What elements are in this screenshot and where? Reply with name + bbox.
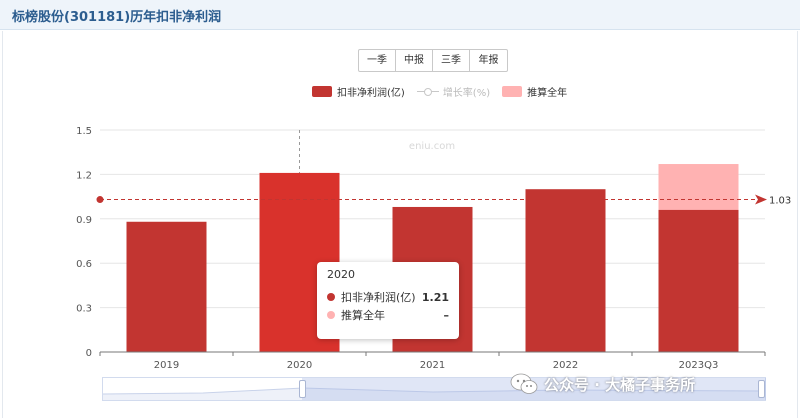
slider-right-handle[interactable] xyxy=(758,380,765,398)
tab-q3[interactable]: 三季 xyxy=(433,50,470,71)
legend-net-profit-swatch xyxy=(312,85,332,97)
tooltip-estimate-dot xyxy=(327,311,335,319)
tooltip-row-value: – xyxy=(443,308,450,322)
tooltip-row-label: 推算全年 xyxy=(341,309,385,322)
tooltip-row-estimate: 推算全年 – xyxy=(327,306,449,324)
y-tick-label: 0.3 xyxy=(76,304,92,315)
x-tick-label: 2020 xyxy=(287,360,312,371)
legend-estimate[interactable]: 推算全年 xyxy=(502,84,567,99)
y-tick-label: 1.5 xyxy=(76,126,92,137)
period-tabs: 一季 中报 三季 年报 xyxy=(358,49,508,72)
tab-half-year[interactable]: 中报 xyxy=(396,50,433,71)
profit-bar xyxy=(525,189,606,352)
tooltip-row-net-profit: 扣非净利润(亿) 1.21 xyxy=(327,288,449,306)
chart-tooltip: 2020 扣非净利润(亿) 1.21 推算全年 – xyxy=(317,262,459,339)
profit-bar xyxy=(658,209,739,352)
legend-estimate-swatch xyxy=(502,85,523,97)
watermark-text: 公众号 · 大橘子事务所 xyxy=(544,375,696,394)
tooltip-row-label: 扣非净利润(亿) xyxy=(341,291,416,304)
wechat-watermark: 公众号 · 大橘子事务所 xyxy=(510,370,695,398)
tooltip-row-value: 1.21 xyxy=(421,290,449,304)
y-tick-label: 0.6 xyxy=(76,259,92,270)
legend-growth-label: 增长率(%) xyxy=(442,87,491,99)
y-tick-label: 0 xyxy=(86,348,92,359)
legend-growth[interactable]: 增长率(%) xyxy=(416,84,491,99)
legend-growth-line-icon xyxy=(416,86,439,97)
tooltip-title: 2020 xyxy=(327,268,355,281)
tab-q1[interactable]: 一季 xyxy=(359,50,396,71)
chart-legend: 扣非净利润(亿) 增长率(%) 推算全年 xyxy=(312,84,579,99)
slider-left-handle[interactable] xyxy=(299,380,306,398)
y-tick-label: 1.2 xyxy=(76,170,92,181)
legend-net-profit-label: 扣非净利润(亿) xyxy=(337,87,405,99)
y-tick-label: 0.9 xyxy=(76,215,92,226)
average-line-arrow xyxy=(755,194,767,205)
legend-estimate-label: 推算全年 xyxy=(527,87,568,99)
wechat-logo-icon xyxy=(510,373,538,395)
tab-annual[interactable]: 年报 xyxy=(470,50,507,71)
average-line-start-dot xyxy=(96,196,104,204)
legend-net-profit[interactable]: 扣非净利润(亿) xyxy=(312,84,405,99)
x-tick-label: 2021 xyxy=(420,360,445,371)
average-line-label: 1.03 xyxy=(769,196,791,207)
tooltip-net-profit-dot xyxy=(327,293,335,301)
profit-bar xyxy=(126,221,207,352)
x-tick-label: 2019 xyxy=(154,360,179,371)
chart-watermark: eniu.com xyxy=(409,141,455,152)
